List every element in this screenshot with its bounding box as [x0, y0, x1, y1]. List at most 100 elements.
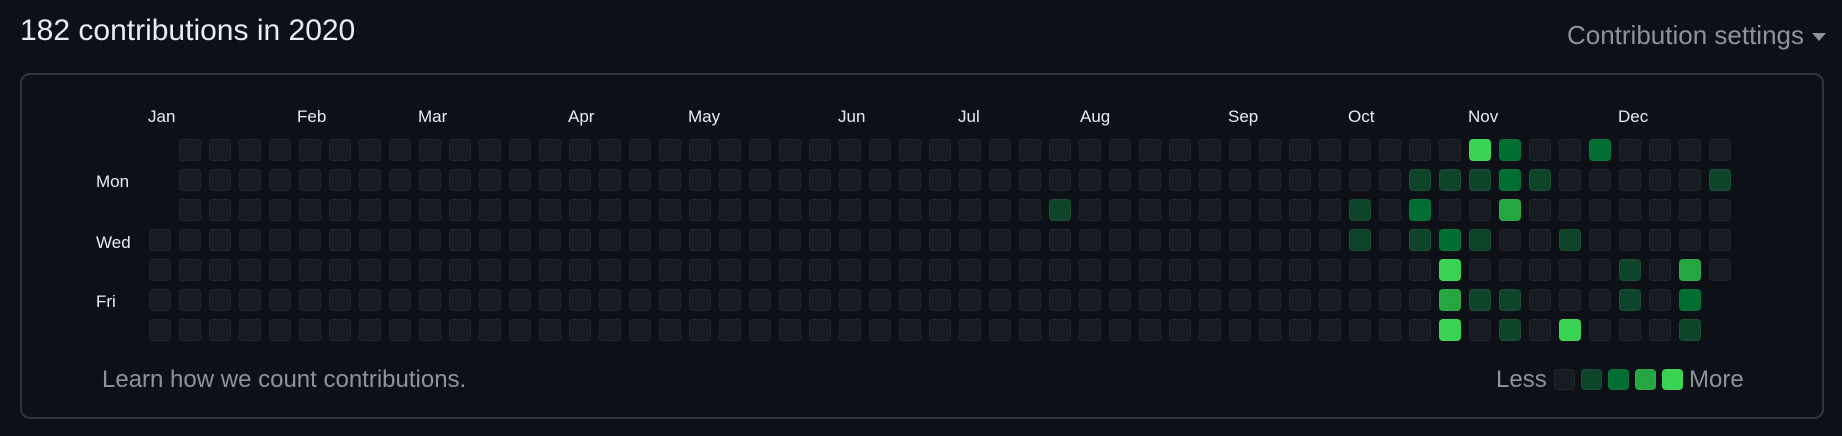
- contribution-day-cell[interactable]: [209, 169, 231, 191]
- contribution-day-cell[interactable]: [299, 229, 321, 251]
- contribution-day-cell[interactable]: [779, 259, 801, 281]
- contribution-day-cell[interactable]: [1529, 289, 1551, 311]
- contribution-day-cell[interactable]: [1559, 139, 1581, 161]
- contribution-day-cell[interactable]: [839, 289, 861, 311]
- contribution-day-cell[interactable]: [719, 259, 741, 281]
- contribution-day-cell[interactable]: [1259, 259, 1281, 281]
- contribution-day-cell[interactable]: [569, 229, 591, 251]
- contribution-day-cell[interactable]: [239, 139, 261, 161]
- contribution-day-cell[interactable]: [1379, 289, 1401, 311]
- contribution-day-cell[interactable]: [1439, 289, 1461, 311]
- contribution-day-cell[interactable]: [1499, 229, 1521, 251]
- contribution-day-cell[interactable]: [869, 229, 891, 251]
- contribution-day-cell[interactable]: [1109, 229, 1131, 251]
- contribution-day-cell[interactable]: [299, 139, 321, 161]
- contribution-day-cell[interactable]: [1289, 169, 1311, 191]
- contribution-day-cell[interactable]: [1649, 139, 1671, 161]
- contribution-day-cell[interactable]: [1169, 169, 1191, 191]
- contribution-day-cell[interactable]: [929, 199, 951, 221]
- contribution-day-cell[interactable]: [1139, 319, 1161, 341]
- contribution-day-cell[interactable]: [539, 289, 561, 311]
- contribution-day-cell[interactable]: [1469, 259, 1491, 281]
- contribution-day-cell[interactable]: [1169, 289, 1191, 311]
- contribution-day-cell[interactable]: [719, 139, 741, 161]
- contribution-day-cell[interactable]: [1259, 319, 1281, 341]
- contribution-day-cell[interactable]: [1169, 199, 1191, 221]
- contribution-day-cell[interactable]: [209, 259, 231, 281]
- contribution-day-cell[interactable]: [479, 229, 501, 251]
- contribution-day-cell[interactable]: [1379, 319, 1401, 341]
- contribution-day-cell[interactable]: [899, 169, 921, 191]
- contribution-day-cell[interactable]: [1469, 229, 1491, 251]
- contribution-day-cell[interactable]: [1469, 289, 1491, 311]
- contribution-day-cell[interactable]: [1019, 259, 1041, 281]
- contribution-day-cell[interactable]: [659, 289, 681, 311]
- contribution-day-cell[interactable]: [1019, 319, 1041, 341]
- contribution-day-cell[interactable]: [809, 259, 831, 281]
- contribution-day-cell[interactable]: [689, 169, 711, 191]
- contribution-day-cell[interactable]: [1259, 289, 1281, 311]
- contribution-day-cell[interactable]: [419, 199, 441, 221]
- contribution-day-cell[interactable]: [869, 169, 891, 191]
- contribution-day-cell[interactable]: [1589, 199, 1611, 221]
- contribution-day-cell[interactable]: [1199, 229, 1221, 251]
- contribution-day-cell[interactable]: [749, 229, 771, 251]
- contribution-day-cell[interactable]: [719, 169, 741, 191]
- contribution-day-cell[interactable]: [539, 139, 561, 161]
- contribution-day-cell[interactable]: [1709, 229, 1731, 251]
- contribution-day-cell[interactable]: [149, 319, 171, 341]
- contribution-day-cell[interactable]: [689, 319, 711, 341]
- contribution-day-cell[interactable]: [1439, 319, 1461, 341]
- contribution-day-cell[interactable]: [509, 199, 531, 221]
- contribution-day-cell[interactable]: [389, 229, 411, 251]
- contribution-day-cell[interactable]: [1289, 319, 1311, 341]
- contribution-day-cell[interactable]: [1379, 139, 1401, 161]
- contribution-day-cell[interactable]: [599, 199, 621, 221]
- contribution-day-cell[interactable]: [449, 199, 471, 221]
- contribution-day-cell[interactable]: [239, 199, 261, 221]
- contribution-day-cell[interactable]: [1049, 289, 1071, 311]
- contribution-day-cell[interactable]: [1349, 319, 1371, 341]
- contribution-day-cell[interactable]: [1109, 289, 1131, 311]
- contribution-day-cell[interactable]: [1439, 259, 1461, 281]
- contribution-day-cell[interactable]: [569, 319, 591, 341]
- contribution-day-cell[interactable]: [149, 259, 171, 281]
- contribution-day-cell[interactable]: [959, 139, 981, 161]
- contribution-day-cell[interactable]: [1139, 199, 1161, 221]
- contribution-day-cell[interactable]: [959, 319, 981, 341]
- contribution-day-cell[interactable]: [1469, 139, 1491, 161]
- contribution-day-cell[interactable]: [359, 169, 381, 191]
- contribution-day-cell[interactable]: [629, 259, 651, 281]
- contribution-day-cell[interactable]: [1619, 139, 1641, 161]
- contribution-day-cell[interactable]: [1409, 259, 1431, 281]
- contribution-day-cell[interactable]: [1229, 139, 1251, 161]
- contribution-day-cell[interactable]: [1169, 229, 1191, 251]
- contribution-day-cell[interactable]: [629, 289, 651, 311]
- contribution-day-cell[interactable]: [269, 229, 291, 251]
- contribution-day-cell[interactable]: [1229, 319, 1251, 341]
- contribution-day-cell[interactable]: [749, 319, 771, 341]
- contribution-day-cell[interactable]: [929, 169, 951, 191]
- contribution-day-cell[interactable]: [1529, 169, 1551, 191]
- contribution-day-cell[interactable]: [389, 289, 411, 311]
- contribution-day-cell[interactable]: [1289, 259, 1311, 281]
- contribution-day-cell[interactable]: [269, 319, 291, 341]
- contribution-day-cell[interactable]: [299, 199, 321, 221]
- contribution-day-cell[interactable]: [959, 199, 981, 221]
- contribution-day-cell[interactable]: [839, 229, 861, 251]
- contribution-day-cell[interactable]: [779, 229, 801, 251]
- contribution-day-cell[interactable]: [1319, 289, 1341, 311]
- contribution-day-cell[interactable]: [1259, 139, 1281, 161]
- contribution-day-cell[interactable]: [809, 229, 831, 251]
- contribution-day-cell[interactable]: [509, 319, 531, 341]
- contribution-day-cell[interactable]: [1139, 289, 1161, 311]
- contribution-day-cell[interactable]: [599, 169, 621, 191]
- contribution-day-cell[interactable]: [1349, 169, 1371, 191]
- learn-how-we-count-link[interactable]: Learn how we count contributions.: [102, 366, 466, 394]
- contribution-day-cell[interactable]: [1379, 259, 1401, 281]
- contribution-day-cell[interactable]: [269, 139, 291, 161]
- contribution-day-cell[interactable]: [1679, 199, 1701, 221]
- contribution-day-cell[interactable]: [779, 139, 801, 161]
- contribution-day-cell[interactable]: [239, 289, 261, 311]
- contribution-day-cell[interactable]: [1319, 169, 1341, 191]
